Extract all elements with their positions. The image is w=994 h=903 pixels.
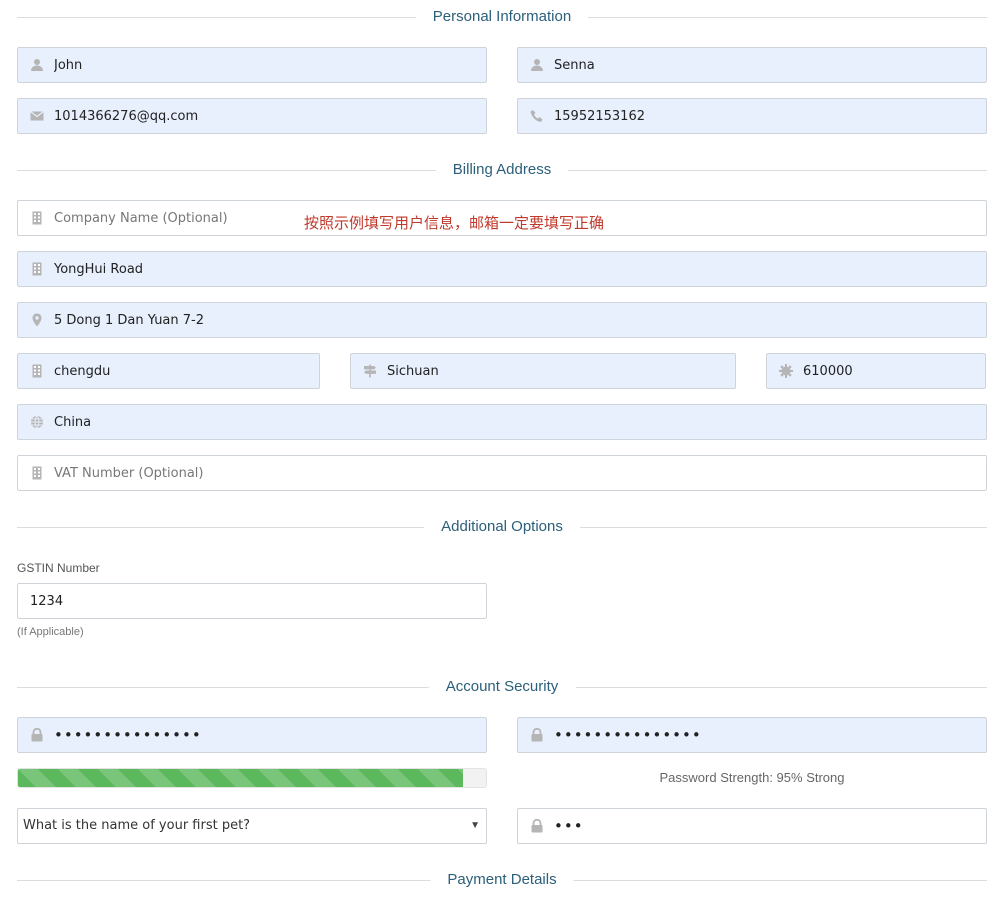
address1-input[interactable] bbox=[54, 252, 978, 286]
password-strength-fill bbox=[18, 769, 463, 787]
country-field[interactable] bbox=[17, 404, 987, 440]
fill-instruction-notice: 按照示例填写用户信息，邮箱一定要填写正确 bbox=[304, 215, 605, 232]
caret-down-icon: ▼ bbox=[470, 820, 480, 831]
user-icon bbox=[530, 58, 544, 72]
confirm-password-input[interactable] bbox=[554, 718, 978, 752]
state-input[interactable] bbox=[387, 354, 727, 388]
section-title: Billing Address bbox=[435, 159, 569, 181]
email-input[interactable] bbox=[54, 99, 478, 133]
address2-input[interactable] bbox=[54, 303, 978, 337]
gstin-field[interactable] bbox=[17, 583, 487, 619]
password-field[interactable] bbox=[17, 717, 487, 753]
section-title: Account Security bbox=[428, 676, 576, 698]
phone-input[interactable] bbox=[554, 99, 978, 133]
first-name-input[interactable] bbox=[54, 48, 478, 82]
lock-icon bbox=[530, 819, 544, 833]
city-field[interactable] bbox=[17, 353, 320, 389]
lock-icon bbox=[30, 728, 44, 742]
section-account-security: Account Security bbox=[17, 676, 987, 698]
phone-field[interactable] bbox=[517, 98, 987, 134]
section-additional-options: Additional Options bbox=[17, 516, 987, 538]
postcode-input[interactable] bbox=[803, 354, 977, 388]
lock-icon bbox=[530, 728, 544, 742]
password-input[interactable] bbox=[54, 718, 478, 752]
globe-icon bbox=[30, 415, 44, 429]
last-name-field[interactable] bbox=[517, 47, 987, 83]
security-question-select[interactable]: What is the name of your first pet? ▼ bbox=[17, 808, 487, 844]
phone-icon bbox=[530, 109, 544, 123]
gstin-hint: (If Applicable) bbox=[17, 626, 84, 638]
security-answer-field[interactable] bbox=[517, 808, 987, 844]
section-billing-address: Billing Address bbox=[17, 159, 987, 181]
section-personal-information: Personal Information bbox=[17, 6, 987, 28]
vat-number-field[interactable] bbox=[17, 455, 987, 491]
signpost-icon bbox=[363, 364, 377, 378]
address2-field[interactable] bbox=[17, 302, 987, 338]
map-marker-icon bbox=[30, 313, 44, 327]
certificate-icon bbox=[779, 364, 793, 378]
section-title: Payment Details bbox=[430, 869, 574, 891]
country-input[interactable] bbox=[54, 405, 978, 439]
password-strength-label: Password Strength: 95% Strong bbox=[659, 770, 845, 785]
gstin-input[interactable] bbox=[30, 584, 478, 618]
first-name-field[interactable] bbox=[17, 47, 487, 83]
section-title: Additional Options bbox=[424, 516, 580, 538]
city-input[interactable] bbox=[54, 354, 311, 388]
vat-number-input[interactable] bbox=[54, 456, 978, 490]
postcode-field[interactable] bbox=[766, 353, 986, 389]
section-payment-details: Payment Details bbox=[17, 869, 987, 891]
security-answer-input[interactable] bbox=[554, 809, 978, 843]
gstin-label: GSTIN Number bbox=[17, 561, 100, 575]
confirm-password-field[interactable] bbox=[517, 717, 987, 753]
password-strength-bar bbox=[17, 768, 487, 788]
email-field[interactable] bbox=[17, 98, 487, 134]
security-question-selected: What is the name of your first pet? bbox=[23, 818, 251, 833]
last-name-input[interactable] bbox=[554, 48, 978, 82]
user-icon bbox=[30, 58, 44, 72]
building-icon bbox=[30, 466, 44, 480]
address1-field[interactable] bbox=[17, 251, 987, 287]
state-field[interactable] bbox=[350, 353, 736, 389]
building-icon bbox=[30, 211, 44, 225]
building-icon bbox=[30, 364, 44, 378]
building-icon bbox=[30, 262, 44, 276]
section-title: Personal Information bbox=[415, 6, 589, 28]
envelope-icon bbox=[30, 109, 44, 123]
